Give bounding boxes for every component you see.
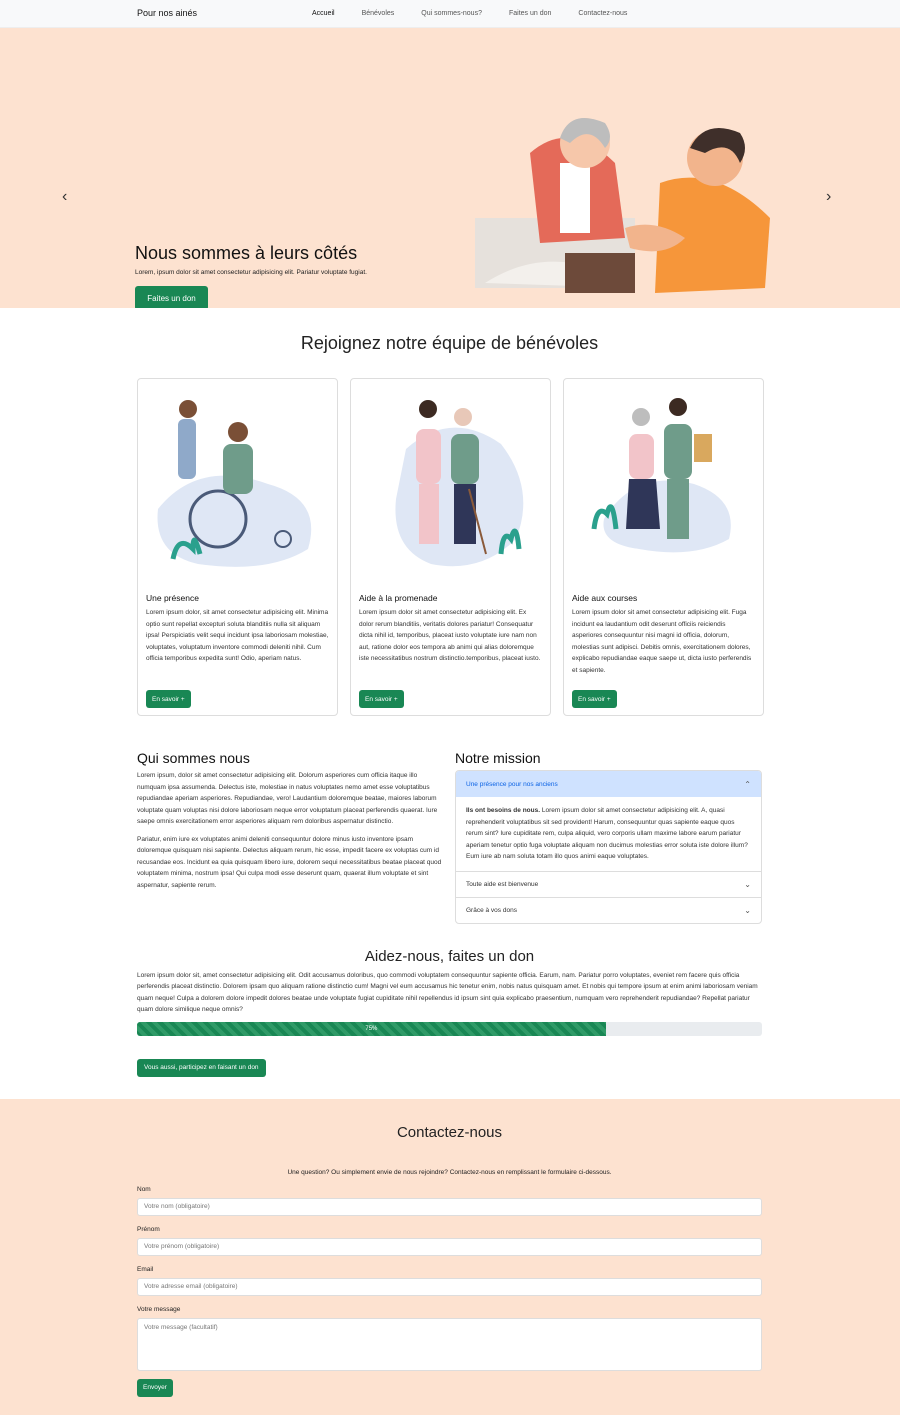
email-input[interactable]: Votre adresse email (obligatoire): [137, 1277, 762, 1296]
accordion-header-aide[interactable]: Toute aide est bienvenue ⌄: [456, 870, 761, 897]
nav-link-contact[interactable]: Contactez-nous: [578, 10, 627, 17]
learn-more-button[interactable]: En savoir +: [359, 690, 404, 708]
contact-intro: Une question? Ou simplement envie de nou…: [287, 1168, 612, 1176]
donate-title: Aidez-nous, faites un don: [364, 947, 535, 965]
hero-text: Lorem, ipsum dolor sit amet consectetur …: [135, 269, 367, 276]
nav-link-faites-un-don[interactable]: Faites un don: [509, 10, 551, 17]
chevron-down-icon: ⌄: [744, 905, 751, 915]
hero-donate-button[interactable]: Faites un don: [135, 286, 208, 308]
volunteer-card-presence: Une présence Lorem ipsum dolor, sit amet…: [137, 378, 338, 716]
mission-accordion: Une présence pour nos anciens ⌃ Ils ont …: [455, 770, 762, 924]
carousel-next-icon[interactable]: ›: [826, 188, 831, 206]
contact-section: Contactez-nous Une question? Ou simpleme…: [0, 1098, 900, 1415]
nav-links: Accueil Bénévoles Qui sommes-nous? Faite…: [312, 10, 654, 17]
volunteers-title: Rejoignez notre équipe de bénévoles: [300, 333, 599, 353]
who-we-are: Qui sommes nous Lorem ipsum, dolor sit a…: [137, 750, 446, 924]
donate-text: Lorem ipsum dolor sit, amet consectetur …: [137, 971, 758, 1014]
volunteer-cards: Une présence Lorem ipsum dolor, sit amet…: [137, 378, 764, 716]
firstname-input[interactable]: Votre prénom (obligatoire): [137, 1237, 762, 1256]
nav-link-benevoles[interactable]: Bénévoles: [362, 10, 395, 17]
donation-progress-bar: 75%: [137, 1021, 606, 1036]
navbar: Pour nos ainés Accueil Bénévoles Qui som…: [0, 0, 900, 28]
accordion-header-presence[interactable]: Une présence pour nos anciens ⌃: [456, 771, 761, 797]
card-text: Lorem ipsum dolor sit amet consectetur a…: [572, 609, 752, 674]
participate-donate-button[interactable]: Vous aussi, participez en faisant un don: [137, 1058, 266, 1077]
send-button[interactable]: Envoyer: [137, 1378, 173, 1397]
email-label: Email: [137, 1265, 154, 1273]
accordion-header-label: Toute aide est bienvenue: [466, 880, 539, 888]
brand-logo[interactable]: Pour nos ainés: [137, 8, 197, 18]
hero-title: Nous sommes à leurs côtés: [135, 243, 358, 263]
mission: Notre mission Une présence pour nos anci…: [455, 750, 762, 924]
card-title: Aide aux courses: [572, 593, 638, 603]
who-title: Qui sommes nous: [137, 750, 250, 766]
accordion-body-text: Lorem ipsum dolor sit amet consectetur a…: [466, 807, 748, 860]
nav-link-accueil[interactable]: Accueil: [312, 10, 335, 17]
accordion-body-bold: Ils ont besoins de nous.: [466, 807, 541, 814]
card-illustration-walking: [395, 400, 524, 567]
carousel-prev-icon[interactable]: ‹: [62, 188, 67, 206]
donation-progress: 75%: [137, 1021, 762, 1036]
learn-more-button[interactable]: En savoir +: [146, 690, 191, 708]
who-paragraph-2: Pariatur, enim iure ex voluptates animi …: [137, 835, 442, 889]
chevron-down-icon: ⌄: [744, 879, 751, 889]
about-section: Qui sommes nous Lorem ipsum, dolor sit a…: [137, 750, 762, 924]
card-illustration-wheelchair: [157, 400, 312, 567]
card-text: Lorem ipsum dolor sit amet consectetur a…: [359, 609, 541, 662]
firstname-label: Prénom: [137, 1225, 160, 1233]
volunteer-card-courses: Aide aux courses Lorem ipsum dolor sit a…: [563, 378, 764, 716]
accordion-header-label: Grâce à vos dons: [466, 906, 517, 914]
accordion-body: Ils ont besoins de nous. Lorem ipsum dol…: [456, 797, 761, 871]
hero-carousel: ‹ › Nous sommes à leurs côtés Lorem, ips…: [0, 28, 900, 308]
card-illustration-shopping: [591, 398, 731, 553]
accordion-header-dons[interactable]: Grâce à vos dons ⌄: [456, 896, 761, 923]
message-textarea[interactable]: Votre message (facultatif): [137, 1317, 762, 1371]
contact-title: Contactez-nous: [396, 1123, 503, 1141]
card-title: Aide à la promenade: [359, 593, 438, 603]
card-title: Une présence: [146, 593, 199, 603]
message-label: Votre message: [137, 1305, 181, 1313]
card-text: Lorem ipsum dolor, sit amet consectetur …: [146, 609, 329, 662]
mission-title: Notre mission: [455, 750, 541, 766]
accordion-header-label: Une présence pour nos anciens: [466, 780, 558, 788]
chevron-up-icon: ⌃: [744, 779, 751, 789]
who-paragraph-1: Lorem ipsum, dolor sit amet consectetur …: [137, 772, 438, 825]
hero-illustration: [475, 118, 770, 293]
name-label: Nom: [137, 1185, 151, 1193]
nav-link-qui-sommes-nous[interactable]: Qui sommes-nous?: [421, 10, 482, 17]
learn-more-button[interactable]: En savoir +: [572, 690, 617, 708]
volunteer-card-promenade: Aide à la promenade Lorem ipsum dolor si…: [350, 378, 551, 716]
name-input[interactable]: Votre nom (obligatoire): [137, 1197, 762, 1216]
